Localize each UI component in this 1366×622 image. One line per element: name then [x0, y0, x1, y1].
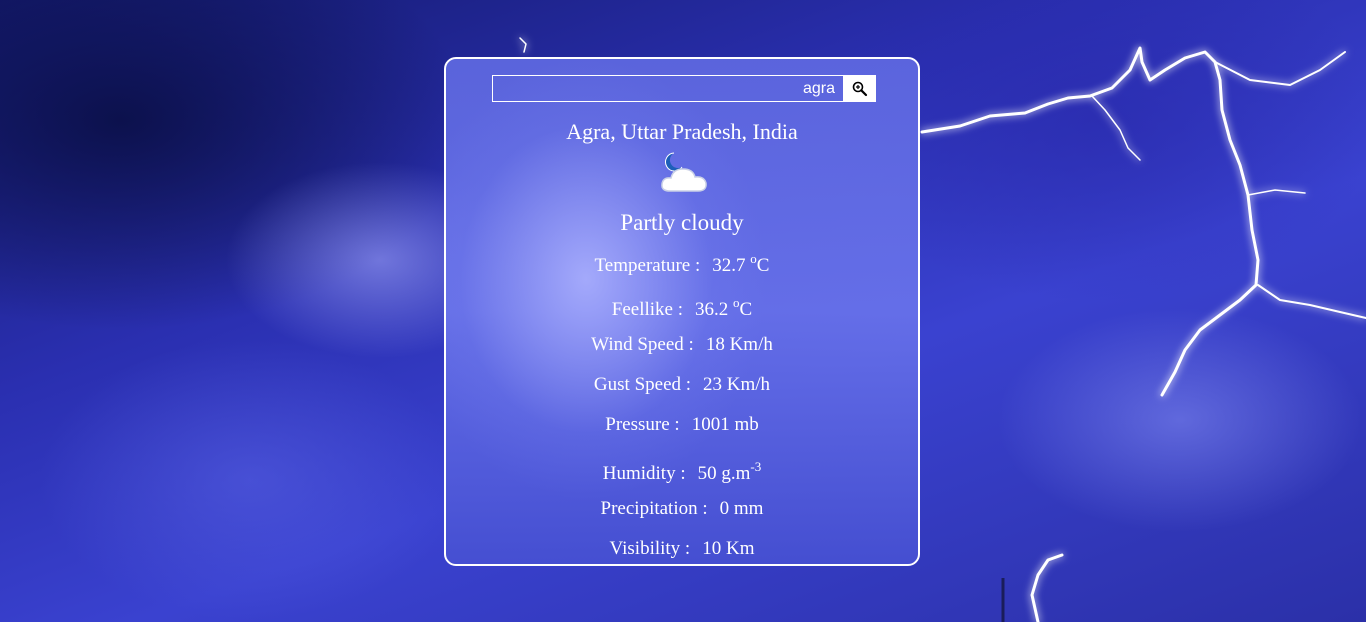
- wind-speed-label: Wind Speed :: [591, 334, 694, 355]
- search-bar: [492, 75, 876, 102]
- feelslike-number: 36.2: [695, 299, 729, 320]
- feelslike-unit: C: [739, 299, 753, 320]
- moon-cloud-icon: [661, 152, 707, 192]
- visibility-value: 10 Km: [702, 538, 755, 559]
- search-button[interactable]: [844, 75, 876, 102]
- precipitation-label: Precipitation :: [600, 498, 708, 519]
- humidity-number: 50 g.m: [697, 463, 751, 484]
- gust-speed-row: Gust Speed : 23 Km/h: [446, 373, 918, 397]
- wind-speed-row: Wind Speed : 18 Km/h: [446, 333, 918, 357]
- feelslike-value: 36.2 oC: [695, 295, 753, 320]
- pressure-value: 1001 mb: [691, 414, 759, 435]
- temperature-unit: C: [756, 255, 770, 276]
- feelslike-label: Feellike :: [611, 299, 684, 320]
- precipitation-row: Precipitation : 0 mm: [446, 497, 918, 521]
- pressure-row: Pressure : 1001 mb: [446, 413, 918, 437]
- search-input[interactable]: [492, 75, 844, 102]
- gust-speed-value: 23 Km/h: [703, 374, 771, 395]
- search-zoom-icon: [852, 81, 868, 96]
- feelslike-row: Feellike : 36.2 oC: [446, 291, 918, 322]
- temperature-row: Temperature : 32.7 oC: [446, 247, 918, 278]
- visibility-row: Visibility : 10 Km: [446, 537, 918, 561]
- weather-condition: Partly cloudy: [620, 210, 744, 235]
- visibility-label: Visibility :: [609, 538, 691, 559]
- wind-speed-value: 18 Km/h: [705, 334, 773, 355]
- temperature-value: 32.7 oC: [712, 251, 770, 276]
- weather-card: Agra, Uttar Pradesh, India Partly cloudy…: [444, 57, 920, 566]
- humidity-value: 50 g.m-3: [697, 459, 762, 484]
- pressure-label: Pressure :: [605, 414, 680, 435]
- humidity-label: Humidity :: [602, 463, 686, 484]
- location-title: Agra, Uttar Pradesh, India: [566, 119, 798, 144]
- humidity-exponent: -3: [750, 459, 762, 474]
- gust-speed-label: Gust Speed :: [593, 374, 692, 395]
- humidity-row: Humidity : 50 g.m-3: [446, 455, 918, 486]
- precipitation-value: 0 mm: [719, 498, 764, 519]
- temperature-number: 32.7: [712, 255, 746, 276]
- temperature-label: Temperature :: [594, 255, 701, 276]
